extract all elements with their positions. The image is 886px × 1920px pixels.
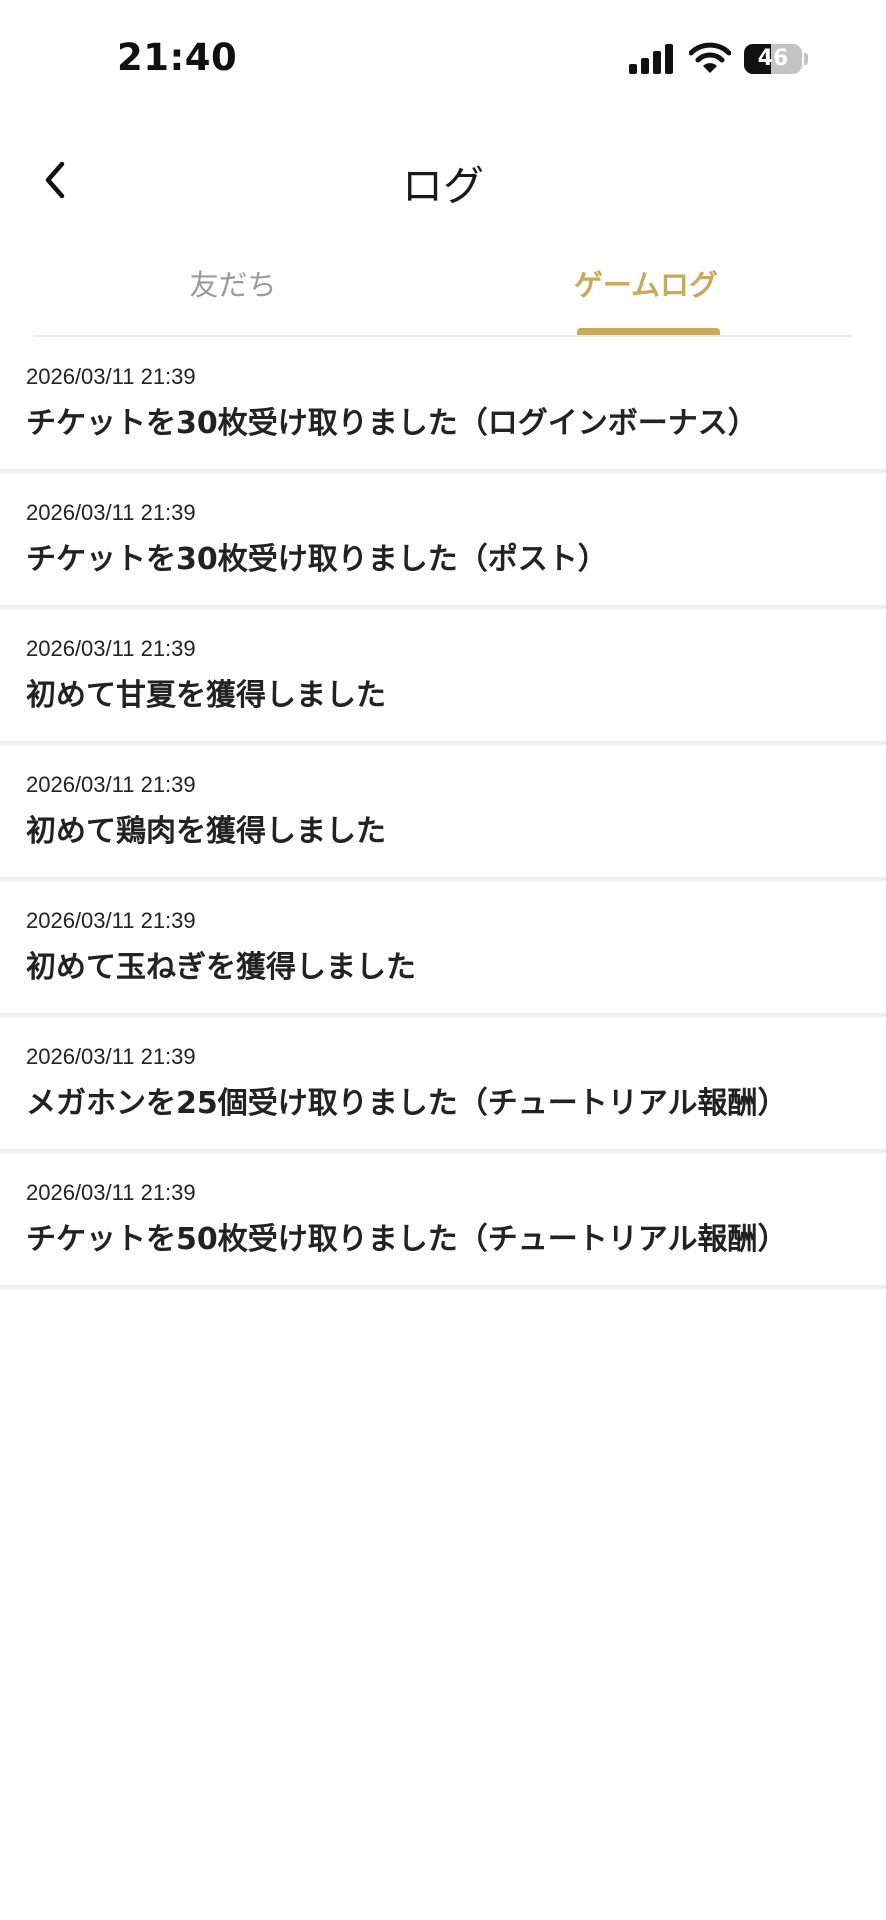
status-bar: 21:40 46 [0, 0, 886, 110]
wifi-icon [689, 42, 731, 73]
tab-game-log[interactable]: ゲームログ [566, 262, 726, 304]
battery-icon: 46 [744, 44, 802, 74]
log-item: 2026/03/11 21:39 チケットを30枚受け取りました（ログインボーナ… [0, 337, 886, 473]
log-date: 2026/03/11 21:39 [26, 1180, 196, 1205]
cellular-signal-icon [629, 44, 673, 74]
game-log-list: 2026/03/11 21:39 チケットを30枚受け取りました（ログインボーナ… [0, 337, 886, 1289]
log-text: 初めて玉ねぎを獲得しました [26, 950, 416, 985]
log-date: 2026/03/11 21:39 [26, 636, 196, 661]
log-date: 2026/03/11 21:39 [26, 364, 196, 389]
page-title: ログ [402, 162, 484, 210]
log-text: 初めて鶏肉を獲得しました [26, 814, 386, 849]
log-item: 2026/03/11 21:39 チケットを50枚受け取りました（チュートリアル… [0, 1153, 886, 1289]
log-date: 2026/03/11 21:39 [26, 908, 196, 933]
log-text: チケットを30枚受け取りました（ポスト） [26, 542, 608, 577]
log-date: 2026/03/11 21:39 [26, 1044, 196, 1069]
battery-percent: 46 [757, 46, 789, 71]
active-tab-indicator [577, 328, 720, 335]
log-text: メガホンを25個受け取りました（チュートリアル報酬） [26, 1086, 788, 1121]
log-item: 2026/03/11 21:39 メガホンを25個受け取りました（チュートリアル… [0, 1017, 886, 1153]
tab-friends[interactable]: 友だち [158, 262, 308, 304]
log-text: チケットを30枚受け取りました（ログインボーナス） [26, 406, 758, 441]
log-item: 2026/03/11 21:39 初めて甘夏を獲得しました [0, 609, 886, 745]
tab-bar: 友だち ゲームログ [33, 240, 853, 337]
log-date: 2026/03/11 21:39 [26, 772, 196, 797]
log-item: 2026/03/11 21:39 初めて玉ねぎを獲得しました [0, 881, 886, 1017]
status-time: 21:40 [117, 36, 238, 79]
nav-bar: ログ [0, 130, 886, 230]
battery-cap [804, 53, 808, 65]
log-item: 2026/03/11 21:39 チケットを30枚受け取りました（ポスト） [0, 473, 886, 609]
log-text: チケットを50枚受け取りました（チュートリアル報酬） [26, 1222, 788, 1257]
log-text: 初めて甘夏を獲得しました [26, 678, 386, 713]
log-item: 2026/03/11 21:39 初めて鶏肉を獲得しました [0, 745, 886, 881]
log-date: 2026/03/11 21:39 [26, 500, 196, 525]
